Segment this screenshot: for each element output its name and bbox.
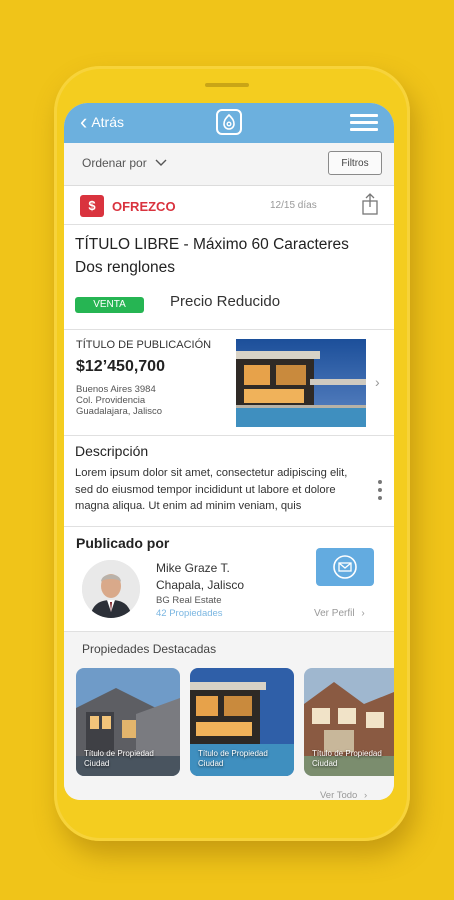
featured-card[interactable]: Título de Propiedad Ciudad bbox=[304, 668, 394, 776]
filters-button[interactable]: Filtros bbox=[328, 151, 382, 175]
sort-dropdown[interactable]: Ordenar por bbox=[82, 156, 167, 170]
sort-filter-bar: Ordenar por Filtros bbox=[64, 143, 394, 186]
offer-header: $ OFREZCO 12/15 días bbox=[64, 186, 394, 225]
listing-title-line1: TÍTULO LIBRE - Máximo 60 Caracteres bbox=[75, 236, 349, 253]
share-icon[interactable] bbox=[361, 193, 379, 215]
agent-company: BG Real Estate bbox=[156, 595, 222, 606]
address-line3: Guadalajara, Jalisco bbox=[76, 406, 163, 417]
featured-caption: Título de Propiedad Ciudad bbox=[312, 749, 382, 769]
featured-city: Ciudad bbox=[84, 759, 110, 768]
address-line1: Buenos Aires 3984 bbox=[76, 384, 156, 395]
view-profile-label: Ver Perfil bbox=[314, 608, 355, 619]
chevron-right-icon: › bbox=[361, 608, 365, 619]
featured-title: Título de Propiedad bbox=[312, 749, 382, 758]
featured-caption: Título de Propiedad Ciudad bbox=[84, 749, 154, 769]
home-logo-icon[interactable] bbox=[216, 109, 242, 135]
featured-heading: Propiedades Destacadas bbox=[82, 642, 217, 656]
phone-speaker bbox=[205, 83, 249, 87]
featured-city: Ciudad bbox=[312, 759, 338, 768]
agent-properties-link[interactable]: 42 Propiedades bbox=[156, 608, 223, 619]
chevron-right-icon[interactable]: › bbox=[375, 374, 380, 390]
offer-type-label: OFREZCO bbox=[112, 199, 176, 214]
sale-badge: VENTA bbox=[75, 297, 144, 313]
listing-title-line2: Dos renglones bbox=[75, 259, 175, 276]
back-button[interactable]: ‹ Atrás bbox=[80, 109, 125, 134]
featured-card[interactable]: Título de Propiedad Ciudad bbox=[190, 668, 294, 776]
see-all-link[interactable]: Ver Todo › bbox=[320, 790, 367, 800]
description-heading: Descripción bbox=[75, 443, 149, 459]
address-line2: Col. Providencia bbox=[76, 395, 146, 406]
hamburger-menu-icon[interactable] bbox=[350, 114, 378, 132]
more-vertical-icon[interactable] bbox=[378, 480, 382, 504]
agent-name: Mike Graze T. bbox=[156, 561, 230, 575]
description-card: Descripción Lorem ipsum dolor sit amet, … bbox=[64, 436, 394, 527]
ofrezco-logo-icon: $ bbox=[80, 195, 104, 217]
publication-card[interactable]: TÍTULO DE PUBLICACIÓN $12’450,700 Buenos… bbox=[64, 330, 394, 436]
featured-card[interactable]: Título de Propiedad Ciudad bbox=[76, 668, 180, 776]
featured-title: Título de Propiedad bbox=[84, 749, 154, 758]
chevron-right-icon: › bbox=[363, 790, 368, 800]
top-navigation-bar: ‹ Atrás bbox=[64, 103, 394, 143]
description-text: Lorem ipsum dolor sit amet, consectetur … bbox=[75, 467, 348, 512]
see-all-label: Ver Todo bbox=[320, 790, 358, 800]
property-photo[interactable] bbox=[236, 339, 366, 427]
listing-title-card: TÍTULO LIBRE - Máximo 60 Caracteres Dos … bbox=[64, 225, 394, 330]
view-profile-link[interactable]: Ver Perfil › bbox=[314, 608, 365, 619]
chevron-left-icon: ‹ bbox=[80, 109, 88, 134]
sort-label: Ordenar por bbox=[82, 156, 147, 170]
back-label: Atrás bbox=[91, 114, 125, 130]
listing-days: 12/15 días bbox=[270, 200, 317, 211]
chevron-down-icon bbox=[155, 159, 167, 166]
featured-title: Título de Propiedad bbox=[198, 749, 268, 758]
publication-price: $12’450,700 bbox=[76, 358, 165, 375]
contact-mail-button[interactable] bbox=[316, 548, 374, 586]
featured-properties: Propiedades Destacadas Título de Propied… bbox=[64, 632, 394, 800]
publication-title: TÍTULO DE PUBLICACIÓN bbox=[76, 339, 212, 351]
agent-city: Chapala, Jalisco bbox=[156, 578, 245, 592]
publisher-heading: Publicado por bbox=[76, 535, 170, 551]
publisher-card: Publicado por Mike Graze T. Chapala, Jal… bbox=[64, 527, 394, 632]
publication-address: Buenos Aires 3984 Col. Providencia Guada… bbox=[76, 384, 162, 417]
avatar[interactable] bbox=[82, 560, 140, 618]
featured-caption: Título de Propiedad Ciudad bbox=[198, 749, 268, 769]
app-screen: ‹ Atrás Ordenar por Filtros $ OFREZCO 12… bbox=[64, 103, 394, 800]
featured-city: Ciudad bbox=[198, 759, 224, 768]
price-note: Precio Reducido bbox=[170, 293, 281, 310]
